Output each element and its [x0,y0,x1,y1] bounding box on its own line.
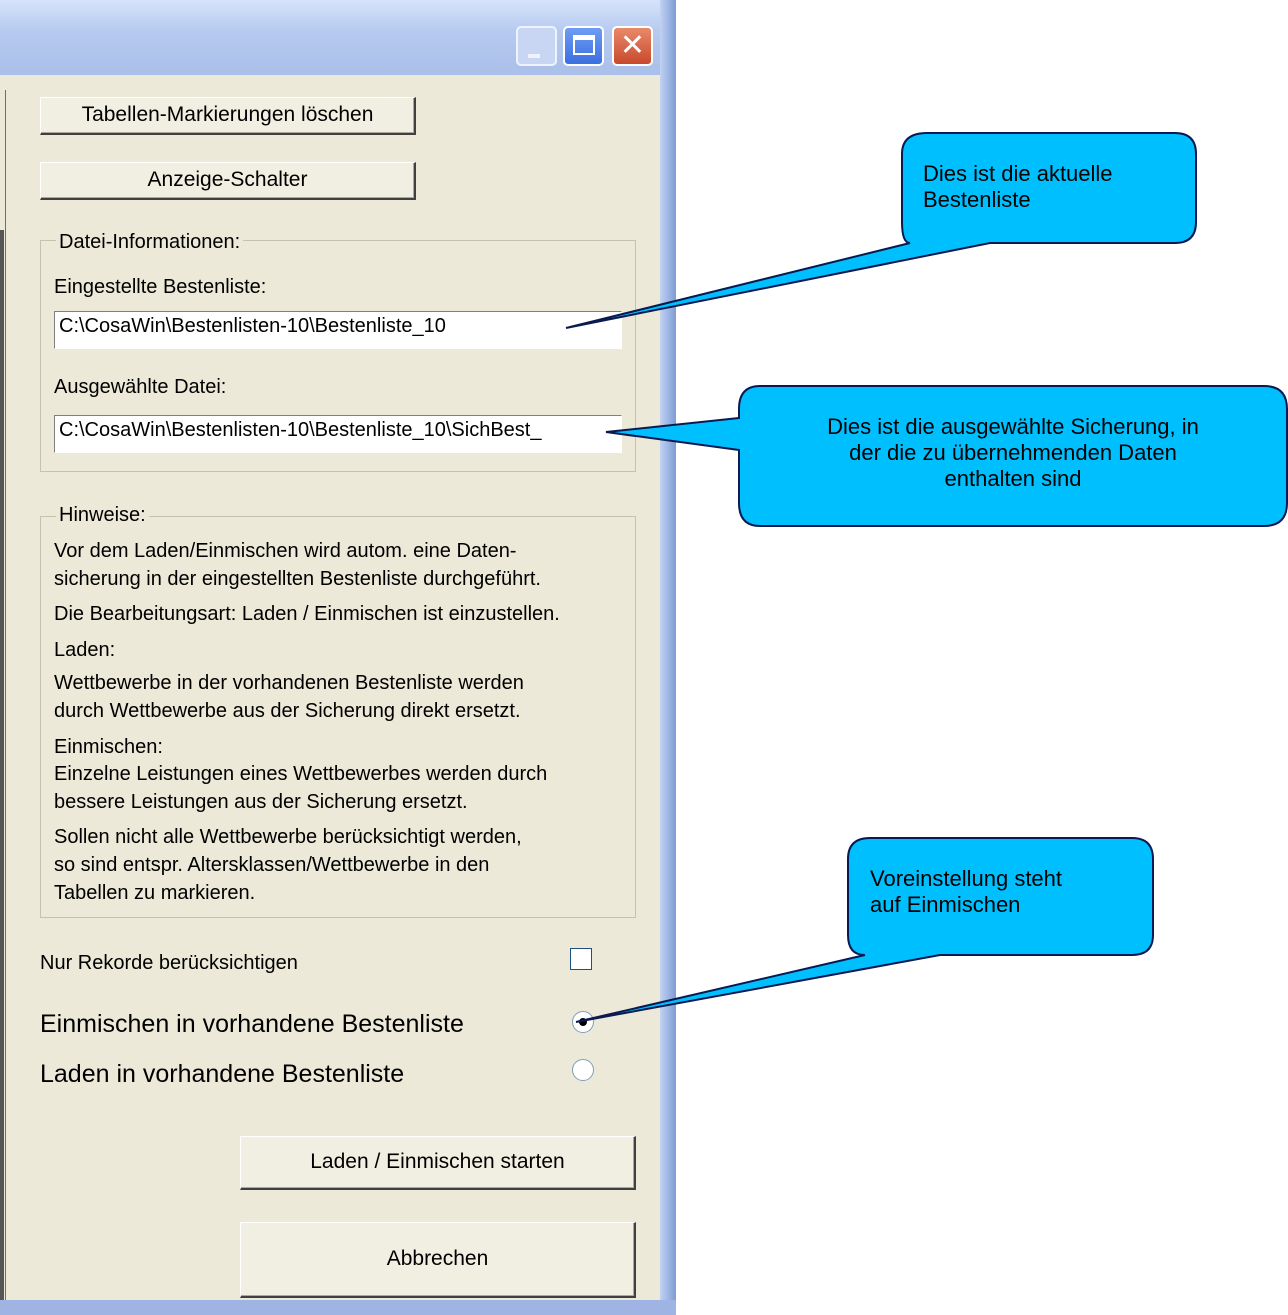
callout-line: Dies ist die aktuelle [923,161,1113,186]
callout-current-text: Dies ist die aktuelle Bestenliste [923,161,1113,213]
callout-line: der die zu übernehmenden Daten [849,440,1177,465]
callout-line: Bestenliste [923,187,1031,212]
callout-line: Dies ist die ausgewählte Sicherung, in [827,414,1199,439]
callout-line: enthalten sind [944,466,1082,491]
callout-default-text: Voreinstellung steht auf Einmischen [870,866,1062,918]
callout-line: auf Einmischen [870,892,1021,917]
callout-selected-text: Dies ist die ausgewählte Sicherung, in d… [760,414,1266,492]
callout-default-shape [575,837,1154,1023]
callout-line: Voreinstellung steht [870,866,1063,891]
